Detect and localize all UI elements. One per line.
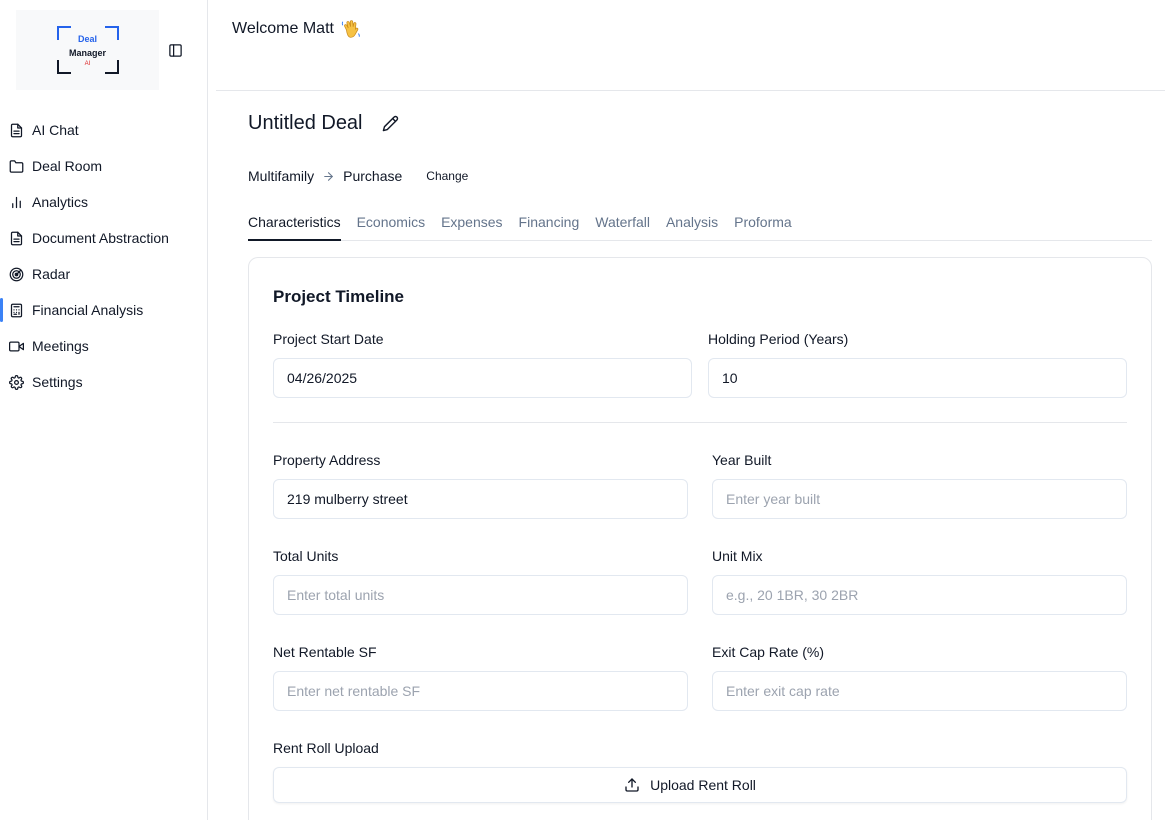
deal-title: Untitled Deal [248,112,363,134]
section-title: Project Timeline [273,287,405,306]
sidebar-item-document-abstraction[interactable]: Document Abstraction [0,220,207,256]
exit-cap-label: Exit Cap Rate (%) [712,644,825,660]
tab-expenses[interactable]: Expenses [441,212,502,241]
change-button[interactable]: Change [418,166,476,186]
sidebar-item-label: Financial Analysis [32,302,144,318]
tab-analysis[interactable]: Analysis [666,212,718,241]
year-built-input[interactable]: Enter year built [712,479,1127,519]
calculator-icon [8,302,24,318]
upload-icon [624,777,640,793]
deal-type-breadcrumb: Multifamily Purchase Change [248,166,476,186]
sidebar-item-label: AI Chat [32,122,79,138]
logo[interactable]: Deal Manager AI [16,10,159,90]
unit-mix-input[interactable]: e.g., 20 1BR, 30 2BR [712,575,1127,615]
folder-icon [8,158,24,174]
address-input[interactable]: 219 mulberry street [273,479,688,519]
header-divider [216,90,1165,91]
tab-waterfall[interactable]: Waterfall [595,212,650,241]
sidebar-toggle-icon[interactable] [166,41,184,59]
tab-characteristics[interactable]: Characteristics [248,212,341,241]
project-timeline-card: Project Timeline Project Start Date 04/2… [248,257,1152,820]
address-label: Property Address [273,452,381,468]
rent-roll-label: Rent Roll Upload [273,740,379,756]
transaction-type: Purchase [343,168,403,184]
bar-chart-icon [8,194,24,210]
deal-title-row: Untitled Deal [248,112,401,135]
welcome-message: Welcome Matt [232,18,362,40]
start-date-input[interactable]: 04/26/2025 [273,358,692,398]
sidebar-item-label: Meetings [32,338,89,354]
logo-text-ai: AI [84,61,91,67]
upload-button-label: Upload Rent Roll [650,777,756,793]
total-units-label: Total Units [273,548,339,564]
document-icon [8,230,24,246]
unit-mix-label: Unit Mix [712,548,763,564]
year-built-label: Year Built [712,452,772,468]
holding-period-input[interactable]: 10 [708,358,1127,398]
sidebar-item-meetings[interactable]: Meetings [0,328,207,364]
net-rentable-label: Net Rentable SF [273,644,377,660]
logo-text-manager: Manager [68,48,106,58]
sidebar-item-label: Deal Room [32,158,103,174]
document-icon [8,122,24,138]
radar-icon [8,266,24,282]
waving-hand-icon [340,18,362,40]
welcome-text: Welcome Matt [232,20,334,37]
total-units-input[interactable]: Enter total units [273,575,688,615]
sidebar-item-financial-analysis[interactable]: Financial Analysis [0,292,207,328]
start-date-label: Project Start Date [273,331,384,347]
pencil-icon[interactable] [381,114,401,134]
upload-rent-roll-button[interactable]: Upload Rent Roll [273,767,1127,803]
sidebar-item-label: Settings [32,374,83,390]
video-icon [8,338,24,354]
section-divider [273,422,1127,423]
arrow-right-icon [322,170,335,183]
exit-cap-input[interactable]: Enter exit cap rate [712,671,1127,711]
sidebar-item-analytics[interactable]: Analytics [0,184,207,220]
property-type: Multifamily [248,168,315,184]
sidebar-item-label: Analytics [32,194,89,210]
sidebar-item-label: Document Abstraction [32,230,169,246]
net-rentable-input[interactable]: Enter net rentable SF [273,671,688,711]
tab-proforma[interactable]: Proforma [734,212,792,241]
sidebar-item-label: Radar [32,266,71,282]
sidebar: Deal Manager AI AI Chat Deal Room Analyt… [0,0,208,820]
gear-icon [8,374,24,390]
sidebar-item-settings[interactable]: Settings [0,364,207,400]
sidebar-nav: AI Chat Deal Room Analytics Document Abs… [0,112,207,400]
sidebar-item-ai-chat[interactable]: AI Chat [0,112,207,148]
sidebar-item-deal-room[interactable]: Deal Room [0,148,207,184]
tab-financing[interactable]: Financing [519,212,580,241]
holding-period-label: Holding Period (Years) [708,331,849,347]
tab-economics[interactable]: Economics [357,212,425,241]
tab-bar: Characteristics Economics Expenses Finan… [248,212,1152,241]
logo-text-deal: Deal [77,34,97,44]
sidebar-item-radar[interactable]: Radar [0,256,207,292]
